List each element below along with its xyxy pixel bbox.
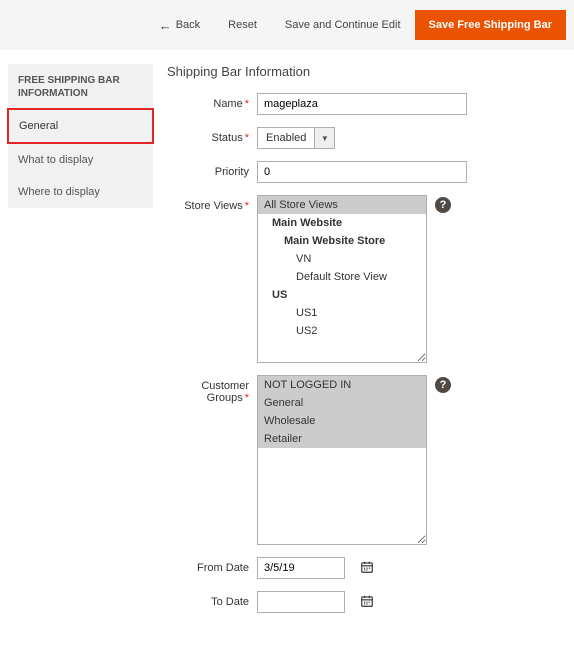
name-input[interactable] [257,93,467,115]
label-priority: Priority [167,161,257,178]
row-to-date: To Date [167,591,562,613]
label-from-date: From Date [167,557,257,574]
chevron-down-icon: ▼ [315,127,335,149]
from-date-input[interactable] [257,557,345,579]
help-icon[interactable]: ? [435,197,451,213]
store-views-option[interactable]: US2 [258,322,426,340]
label-store-views: Store Views* [167,195,257,212]
to-date-input[interactable] [257,591,345,613]
store-views-option[interactable]: Main Website Store [258,232,426,250]
customer-groups-multiselect[interactable]: NOT LOGGED IN General Wholesale Retailer [257,375,427,545]
back-button[interactable]: ← Back [145,11,214,40]
sidebar-item-where-to-display[interactable]: Where to display [8,176,153,208]
row-status: Status* Enabled ▼ [167,127,562,149]
top-action-bar: ← Back Reset Save and Continue Edit Save… [0,0,574,50]
label-customer-groups: Customer Groups* [167,375,257,404]
store-views-option[interactable]: Main Website [258,214,426,232]
row-customer-groups: Customer Groups* NOT LOGGED IN General W… [167,375,562,545]
save-continue-button[interactable]: Save and Continue Edit [271,11,415,39]
store-views-option[interactable]: US [258,286,426,304]
row-from-date: From Date [167,557,562,579]
row-store-views: Store Views* All Store Views Main Websit… [167,195,562,363]
status-select-value: Enabled [257,127,315,149]
label-name: Name* [167,93,257,110]
priority-input[interactable] [257,161,467,183]
back-button-label: Back [176,19,200,31]
calendar-icon[interactable] [359,593,375,609]
label-to-date: To Date [167,591,257,608]
sidebar-item-what-to-display[interactable]: What to display [8,144,153,176]
arrow-left-icon: ← [159,19,172,32]
customer-groups-option[interactable]: General [258,394,426,412]
customer-groups-option[interactable]: Wholesale [258,412,426,430]
sidebar-item-general[interactable]: General [7,108,154,144]
calendar-icon[interactable] [359,559,375,575]
store-views-multiselect[interactable]: All Store Views Main Website Main Websit… [257,195,427,363]
store-views-option[interactable]: All Store Views [258,196,426,214]
status-select[interactable]: Enabled ▼ [257,127,335,149]
store-views-option[interactable]: VN [258,250,426,268]
sidebar: FREE SHIPPING BAR INFORMATION General Wh… [8,64,153,208]
row-name: Name* [167,93,562,115]
label-status: Status* [167,127,257,144]
customer-groups-option[interactable]: Retailer [258,430,426,448]
main-panel: Shipping Bar Information Name* Status* E… [167,64,566,625]
store-views-option[interactable]: US1 [258,304,426,322]
sidebar-title: FREE SHIPPING BAR INFORMATION [8,64,153,108]
help-icon[interactable]: ? [435,377,451,393]
customer-groups-option[interactable]: NOT LOGGED IN [258,376,426,394]
section-title: Shipping Bar Information [167,64,562,79]
reset-button[interactable]: Reset [214,11,271,39]
save-button[interactable]: Save Free Shipping Bar [415,10,566,40]
main-layout: FREE SHIPPING BAR INFORMATION General Wh… [0,50,574,645]
store-views-option[interactable]: Default Store View [258,268,426,286]
row-priority: Priority [167,161,562,183]
